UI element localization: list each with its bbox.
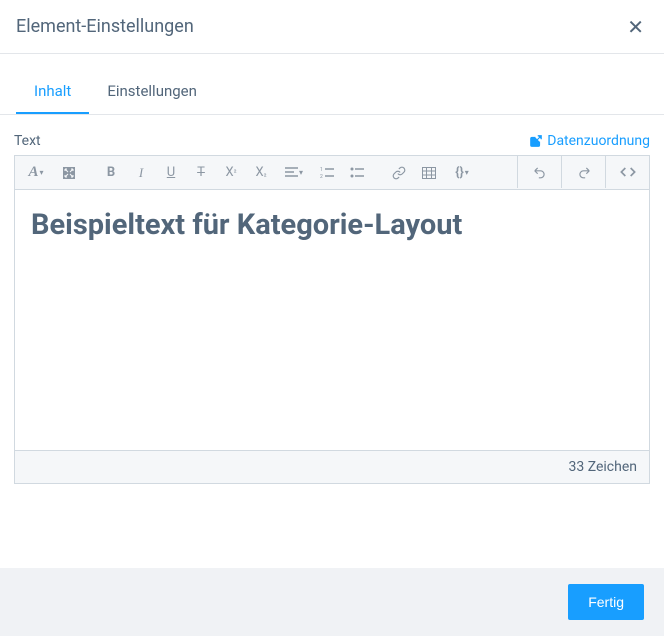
toolbar-group-left: A▾ B I U T X² X₂ ▾ 12 <box>15 156 517 189</box>
toolbar-group-right <box>517 156 649 189</box>
fullscreen-icon <box>62 166 76 180</box>
align-button[interactable]: ▾ <box>277 157 311 189</box>
field-label: Text <box>14 133 41 149</box>
redo-icon <box>577 165 591 179</box>
italic-button[interactable]: I <box>127 157 155 189</box>
unordered-list-icon <box>350 167 364 179</box>
rich-text-editor: A▾ B I U T X² X₂ ▾ 12 <box>14 155 650 484</box>
bold-button[interactable]: B <box>97 157 125 189</box>
field-header: Text Datenzuordnung <box>14 133 650 149</box>
data-mapping-link[interactable]: Datenzuordnung <box>529 133 650 149</box>
unordered-list-button[interactable] <box>343 157 371 189</box>
tab-content[interactable]: Inhalt <box>16 72 89 114</box>
link-button[interactable] <box>385 157 413 189</box>
close-icon[interactable]: ✕ <box>627 17 644 37</box>
ordered-list-button[interactable]: 12 <box>313 157 341 189</box>
done-button[interactable]: Fertig <box>568 584 644 620</box>
ordered-list-icon: 12 <box>320 167 334 179</box>
char-count: 33 Zeichen <box>569 459 637 475</box>
editor-content-text: Beispieltext für Kategorie-Layout <box>31 208 633 243</box>
external-link-icon <box>529 134 543 148</box>
variable-button[interactable]: {}▾ <box>445 157 479 189</box>
table-icon <box>422 167 436 179</box>
content-area: Text Datenzuordnung A▾ B I U T X² X₂ ▾ <box>0 115 664 484</box>
dialog-title: Element-Einstellungen <box>16 16 194 37</box>
table-button[interactable] <box>415 157 443 189</box>
fullscreen-button[interactable] <box>55 157 83 189</box>
dialog-footer: Fertig <box>0 568 664 636</box>
data-mapping-label: Datenzuordnung <box>547 133 650 149</box>
tab-settings[interactable]: Einstellungen <box>89 72 215 114</box>
editor-footer: 33 Zeichen <box>15 450 649 483</box>
code-view-button[interactable] <box>605 156 649 188</box>
editor-toolbar: A▾ B I U T X² X₂ ▾ 12 <box>15 156 649 190</box>
tab-bar: Inhalt Einstellungen <box>0 72 664 115</box>
undo-icon <box>533 165 547 179</box>
link-icon <box>392 166 406 180</box>
font-style-button[interactable]: A▾ <box>19 157 53 189</box>
svg-text:2: 2 <box>320 174 323 179</box>
strikethrough-button[interactable]: T <box>187 157 215 189</box>
editor-body[interactable]: Beispieltext für Kategorie-Layout <box>15 190 649 450</box>
code-icon <box>620 166 636 178</box>
subscript-button[interactable]: X₂ <box>247 157 275 189</box>
align-icon <box>285 167 298 178</box>
svg-text:1: 1 <box>320 167 323 173</box>
undo-button[interactable] <box>517 156 561 188</box>
dialog-header: Element-Einstellungen ✕ <box>0 0 664 54</box>
superscript-button[interactable]: X² <box>217 157 245 189</box>
redo-button[interactable] <box>561 156 605 188</box>
underline-button[interactable]: U <box>157 157 185 189</box>
